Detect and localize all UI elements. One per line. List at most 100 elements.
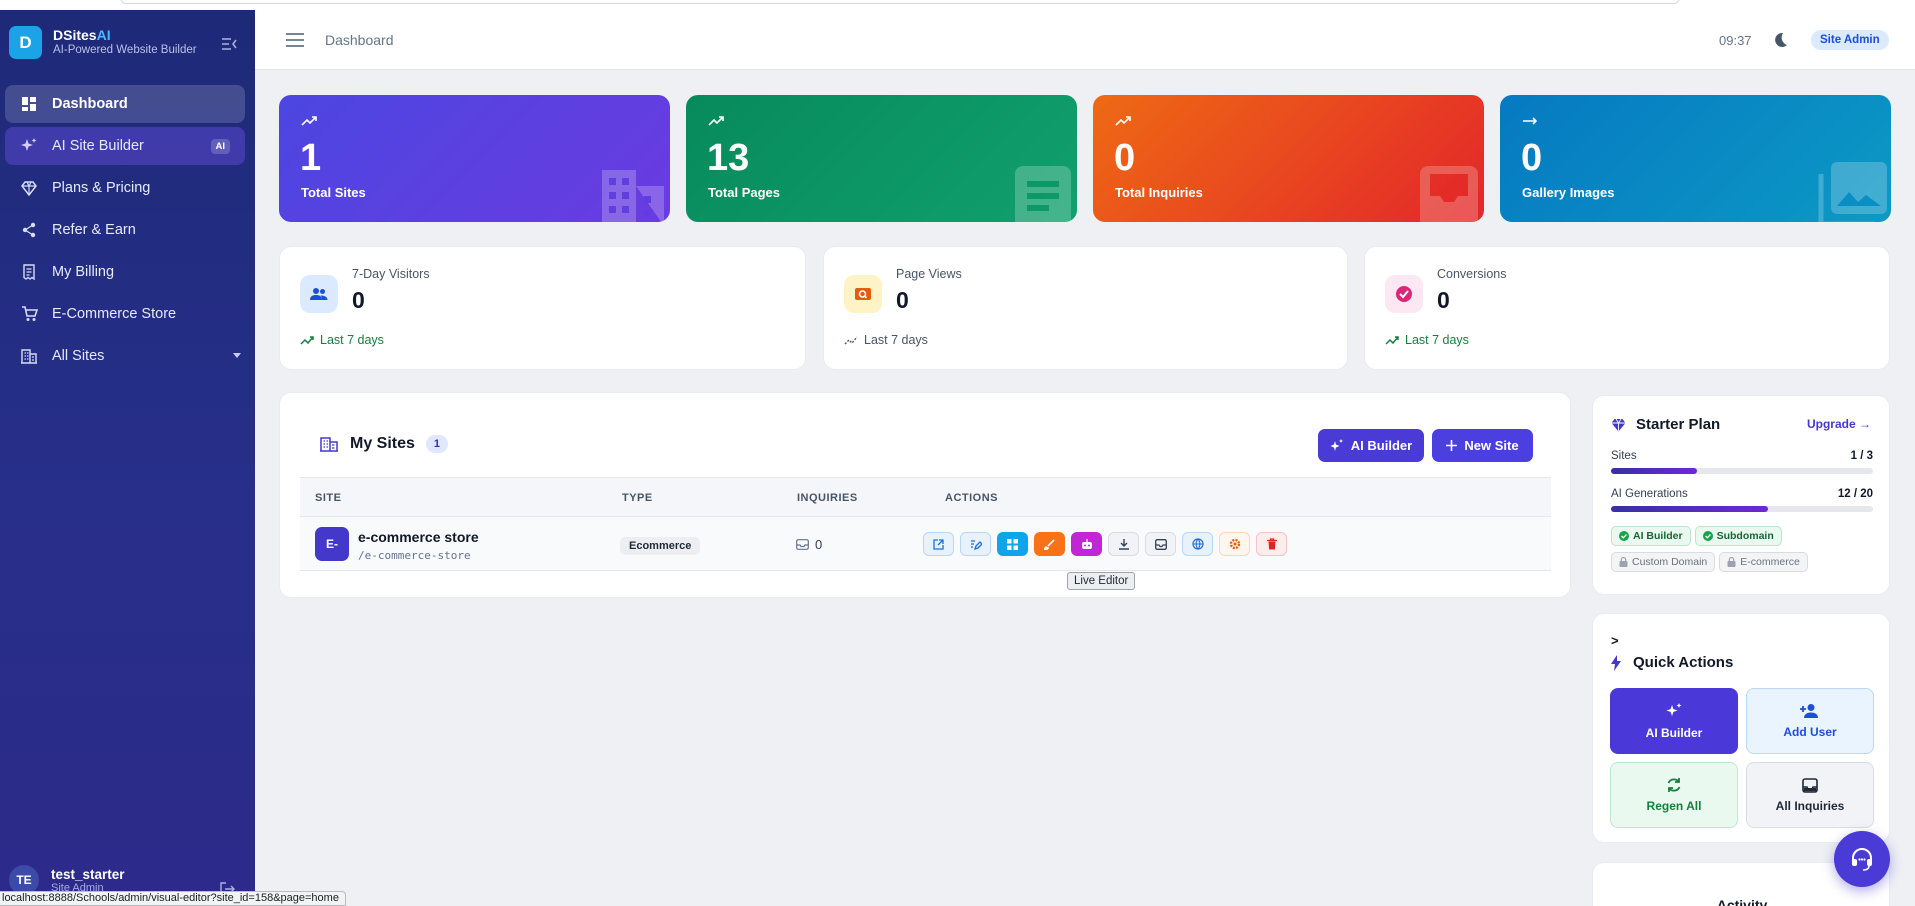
site-actions <box>923 532 1293 556</box>
metric-title: Conversions <box>1437 267 1507 281</box>
sidebar-item-all-sites[interactable]: All Sites <box>5 337 245 375</box>
sidebar-item-dashboard[interactable]: Dashboard <box>5 85 245 123</box>
inbox-icon <box>1420 166 1478 222</box>
building-icon <box>20 347 38 365</box>
settings-button[interactable] <box>1219 532 1250 556</box>
metric-card-visitors: 7-Day Visitors 0 Last 7 days <box>279 246 806 370</box>
sidebar-item-ecommerce-store[interactable]: E-Commerce Store <box>5 295 245 333</box>
brand[interactable]: D DSitesAI AI-Powered Website Builder <box>9 26 197 59</box>
stat-card-gallery-images[interactable]: 0 Gallery Images <box>1500 95 1891 222</box>
receipt-icon <box>20 263 38 281</box>
inbox-icon <box>1154 538 1167 550</box>
sidebar-nav: Dashboard AI Site Builder AI Plans & Pri… <box>5 85 245 379</box>
download-icon <box>1118 538 1129 550</box>
progress-bar <box>1611 506 1873 512</box>
inquiries-button[interactable] <box>1145 532 1176 556</box>
browser-top-strip <box>0 0 1915 10</box>
sidebar-item-label: AI Site Builder <box>52 138 144 154</box>
sidebar-item-label: Refer & Earn <box>52 222 136 238</box>
feature-chip-custom-domain: Custom Domain <box>1611 552 1716 572</box>
grid-icon <box>1007 538 1018 550</box>
sidebar-item-my-billing[interactable]: My Billing <box>5 253 245 291</box>
quick-action-regen-all[interactable]: Regen All <box>1610 762 1738 828</box>
globe-icon <box>1191 538 1204 550</box>
role-badge: Site Admin <box>1811 30 1889 50</box>
sidebar-item-label: My Billing <box>52 264 115 280</box>
table-row[interactable]: E- e-commerce store /e-commerce-store Ec… <box>300 517 1551 571</box>
site-name[interactable]: e-commerce store <box>358 529 479 545</box>
sidebar-item-label: E-Commerce Store <box>52 306 177 322</box>
stat-card-total-inquiries[interactable]: 0 Total Inquiries <box>1093 95 1484 222</box>
stat-value: 1 <box>300 137 322 179</box>
metric-card-page-views: Page Views 0 Last 7 days <box>823 246 1348 370</box>
delete-button[interactable] <box>1256 532 1287 556</box>
inbox-icon <box>1802 777 1818 793</box>
moon-icon[interactable] <box>1771 31 1789 49</box>
sparkle-icon <box>1330 438 1343 451</box>
robot-icon <box>1081 538 1092 549</box>
sidebar: D DSitesAI AI-Powered Website Builder Da… <box>0 10 255 906</box>
open-site-button[interactable] <box>923 532 954 556</box>
activity-title: Activity <box>1716 897 1768 906</box>
trend-up-icon <box>1115 116 1131 126</box>
sidebar-item-ai-site-builder[interactable]: AI Site Builder AI <box>5 127 245 165</box>
tooltip: Live Editor <box>1067 572 1136 590</box>
quick-action-ai-builder[interactable]: AI Builder <box>1610 688 1738 754</box>
sidebar-item-plans-pricing[interactable]: Plans & Pricing <box>5 169 245 207</box>
stat-label: Total Sites <box>301 185 366 200</box>
sidebar-item-label: All Sites <box>52 348 105 364</box>
sidebar-item-label: Plans & Pricing <box>52 180 151 196</box>
refresh-icon <box>1667 778 1681 792</box>
stat-card-total-sites[interactable]: 1 Total Sites <box>279 95 670 222</box>
feature-chip-ai-builder: AI Builder <box>1611 526 1691 546</box>
edit-icon <box>970 539 982 550</box>
chart-line-icon <box>844 336 858 345</box>
stat-card-total-pages[interactable]: 13 Total Pages <box>686 95 1077 222</box>
bolt-icon <box>1611 654 1621 671</box>
sidebar-item-label: Dashboard <box>52 96 128 112</box>
edit-content-button[interactable] <box>960 532 991 556</box>
metric-title: Page Views <box>896 267 962 281</box>
metric-footer: Last 7 days <box>300 333 384 347</box>
metric-card-conversions: Conversions 0 Last 7 days <box>1364 246 1890 370</box>
menu-icon[interactable] <box>286 33 304 47</box>
add-user-icon <box>1800 704 1818 718</box>
progress-fill <box>1611 468 1698 474</box>
quick-action-add-user[interactable]: Add User <box>1746 688 1874 754</box>
live-editor-button[interactable] <box>1034 532 1065 556</box>
status-bar-url: localhost:8888/Schools/admin/visual-edit… <box>0 891 346 906</box>
site-slug: /e-commerce-store <box>358 549 471 562</box>
new-site-button[interactable]: New Site <box>1432 429 1533 462</box>
stat-label: Gallery Images <box>1522 185 1615 200</box>
ai-regenerate-button[interactable] <box>1071 532 1102 556</box>
breadcrumb: Dashboard <box>325 32 394 48</box>
document-icon <box>1015 166 1071 222</box>
external-link-icon <box>933 538 944 550</box>
metric-value: 0 <box>1437 287 1450 313</box>
support-chat-button[interactable] <box>1834 831 1890 887</box>
brand-name: DSitesAI <box>53 27 111 43</box>
building-icon <box>320 437 338 452</box>
chevron-down-icon[interactable] <box>233 353 241 358</box>
metric-value: 0 <box>352 287 365 313</box>
ai-builder-button[interactable]: AI Builder <box>1318 429 1424 462</box>
brush-icon <box>1044 538 1055 550</box>
metric-value: 0 <box>896 287 909 313</box>
collapse-sidebar-icon[interactable] <box>221 37 237 51</box>
sidebar-item-refer-earn[interactable]: Refer & Earn <box>5 211 245 249</box>
site-inquiries: 0 <box>796 537 822 552</box>
sites-table-header: SITE TYPE INQUIRIES ACTIONS <box>300 477 1551 517</box>
lock-icon <box>1727 557 1736 567</box>
window-icon <box>844 275 882 313</box>
stat-value: 13 <box>707 137 750 179</box>
upgrade-link[interactable]: Upgrade → <box>1807 417 1871 431</box>
page-builder-button[interactable] <box>997 532 1028 556</box>
download-button[interactable] <box>1108 532 1139 556</box>
quick-action-all-inquiries[interactable]: All Inquiries <box>1746 762 1874 828</box>
gem-icon <box>20 179 38 197</box>
sparkle-icon <box>20 137 38 155</box>
trend-up-icon <box>300 336 314 345</box>
plan-usage-sites: Sites 1 / 3 <box>1611 450 1873 474</box>
domain-button[interactable] <box>1182 532 1213 556</box>
trend-up-icon <box>301 116 317 126</box>
